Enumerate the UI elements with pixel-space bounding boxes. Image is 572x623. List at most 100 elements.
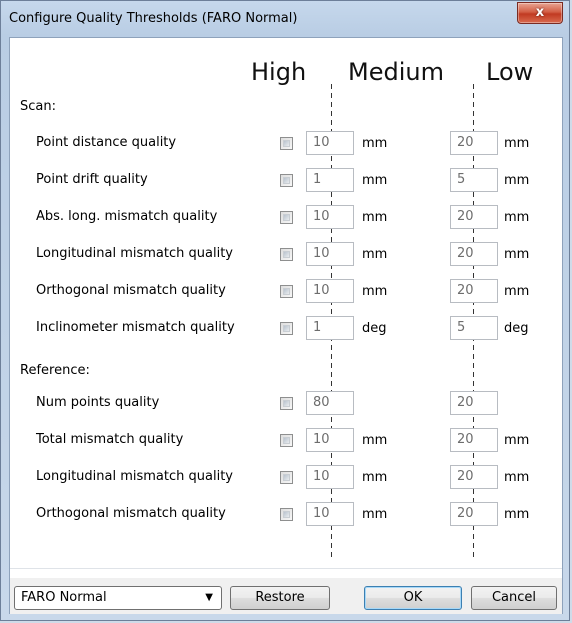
high-unit-label: mm [362,507,388,522]
separator-dash [473,156,474,161]
high-unit-label: mm [362,173,388,188]
enable-checkbox[interactable] [280,471,293,484]
low-unit-label: mm [504,210,530,225]
separator-dash [473,552,474,557]
column-header-high: High [251,58,307,86]
low-threshold-input[interactable]: 20 [450,391,498,415]
restore-button[interactable]: Restore [230,586,330,610]
title-bar[interactable]: Configure Quality Thresholds (FARO Norma… [1,1,569,37]
row-label: Total mismatch quality [36,432,184,447]
column-header-low: Low [486,58,534,86]
enable-checkbox[interactable] [280,434,293,447]
high-unit-label: mm [362,470,388,485]
high-threshold-input[interactable]: 80 [306,391,354,415]
separator-dash [331,93,332,98]
close-button[interactable]: x [517,2,563,24]
high-threshold-input[interactable]: 1 [306,168,354,192]
high-threshold-input[interactable]: 10 [306,279,354,303]
separator-dash [473,489,474,494]
low-threshold-input[interactable]: 20 [450,242,498,266]
dialog-content: High Medium Low Scan: Point distance qua… [9,37,563,614]
low-unit-label: mm [504,284,530,299]
low-threshold-input[interactable]: 5 [450,168,498,192]
separator-dash [473,102,474,107]
separator-dash [331,534,332,539]
separator-dash [331,552,332,557]
separator-dash [473,354,474,359]
separator-dash [331,273,332,278]
high-threshold-input[interactable]: 10 [306,131,354,155]
enable-checkbox[interactable] [280,508,293,521]
high-unit-label: deg [362,321,387,336]
separator-dash [473,120,474,125]
low-threshold-input[interactable]: 20 [450,502,498,526]
low-unit-label: deg [504,321,529,336]
low-threshold-input[interactable]: 5 [450,316,498,340]
dialog-footer: FARO Normal ▼ Restore OK Cancel [10,578,562,614]
high-unit-label: mm [362,433,388,448]
separator-dash [331,120,332,125]
enable-checkbox[interactable] [280,248,293,261]
separator-dash [331,453,332,458]
cancel-button[interactable]: Cancel [471,586,557,610]
separator-dash [473,453,474,458]
row-label: Point drift quality [36,172,148,187]
high-threshold-input[interactable]: 10 [306,465,354,489]
separator-dash [331,345,332,350]
separator-dash [331,372,332,377]
section-reference: Reference: [20,363,90,378]
low-unit-label: mm [504,247,530,262]
separator-dash [473,93,474,98]
high-threshold-input[interactable]: 10 [306,205,354,229]
dialog-window: Configure Quality Thresholds (FARO Norma… [0,0,570,621]
ok-button[interactable]: OK [364,586,462,610]
high-threshold-input[interactable]: 10 [306,428,354,452]
separator-dash [473,192,474,197]
separator-dash [331,363,332,368]
separator-dash [331,192,332,197]
enable-checkbox[interactable] [280,285,293,298]
separator-dash [331,417,332,422]
column-header-medium: Medium [348,58,444,86]
separator-dash [473,534,474,539]
separator-dash [473,417,474,422]
preset-select-value: FARO Normal [21,590,107,605]
separator-dash [473,111,474,116]
separator-dash [331,111,332,116]
enable-checkbox[interactable] [280,397,293,410]
separator-dash [473,309,474,314]
separator-dash [473,345,474,350]
enable-checkbox[interactable] [280,211,293,224]
chevron-down-icon: ▼ [205,592,213,603]
enable-checkbox[interactable] [280,137,293,150]
row-label: Orthogonal mismatch quality [36,506,226,521]
high-unit-label: mm [362,284,388,299]
low-threshold-input[interactable]: 20 [450,131,498,155]
separator-dash [473,84,474,89]
low-threshold-input[interactable]: 20 [450,465,498,489]
separator-dash [331,543,332,548]
low-unit-label: mm [504,470,530,485]
high-unit-label: mm [362,247,388,262]
low-threshold-input[interactable]: 20 [450,279,498,303]
low-threshold-input[interactable]: 20 [450,205,498,229]
low-unit-label: mm [504,433,530,448]
enable-checkbox[interactable] [280,174,293,187]
window-title: Configure Quality Thresholds (FARO Norma… [9,11,298,26]
low-threshold-input[interactable]: 20 [450,428,498,452]
preset-select[interactable]: FARO Normal ▼ [14,586,222,610]
separator-dash [473,372,474,377]
high-threshold-input[interactable]: 10 [306,242,354,266]
row-label: Orthogonal mismatch quality [36,283,226,298]
separator-dash [473,363,474,368]
high-threshold-input[interactable]: 10 [306,502,354,526]
low-unit-label: mm [504,136,530,151]
separator-dash [473,543,474,548]
high-threshold-input[interactable]: 1 [306,316,354,340]
row-label: Inclinometer mismatch quality [36,320,235,335]
high-unit-label: mm [362,210,388,225]
separator-dash [331,309,332,314]
section-scan: Scan: [20,99,56,114]
low-unit-label: mm [504,173,530,188]
enable-checkbox[interactable] [280,322,293,335]
